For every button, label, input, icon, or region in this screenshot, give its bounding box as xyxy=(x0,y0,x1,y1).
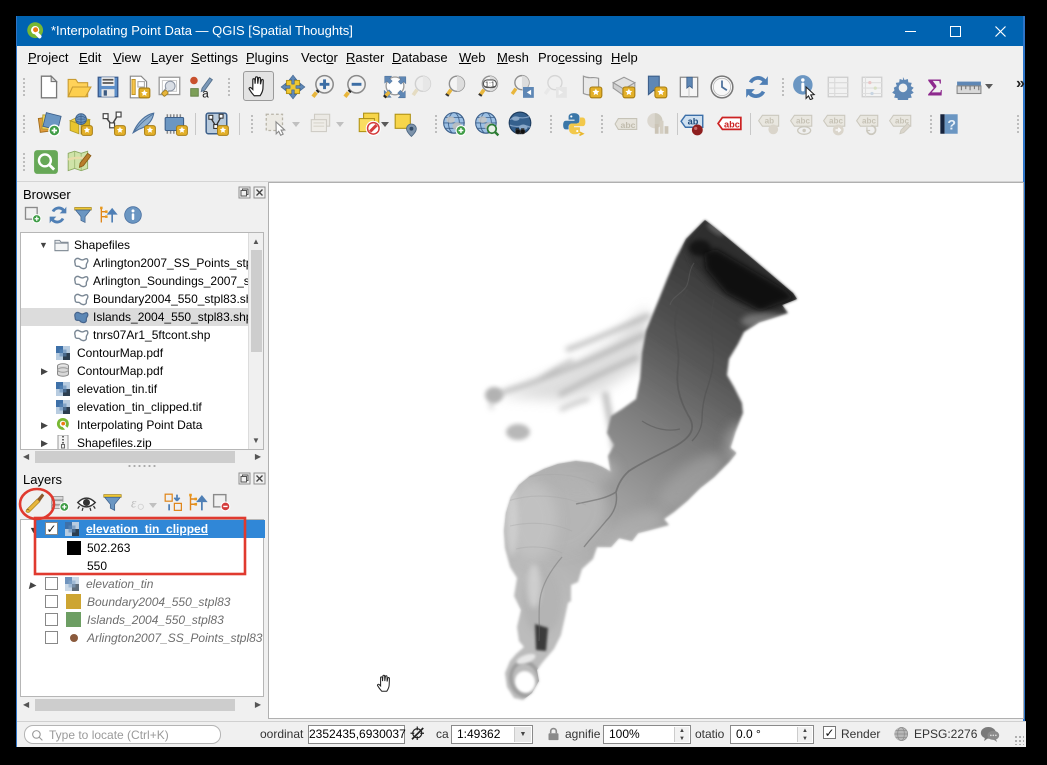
svg-text:Σ: Σ xyxy=(927,76,943,100)
svg-text:abc: abc xyxy=(862,116,876,125)
svg-text:abc: abc xyxy=(621,120,636,130)
svg-text:?: ? xyxy=(947,116,956,132)
svg-text:abc: abc xyxy=(829,116,843,125)
svg-text:abc: abc xyxy=(724,119,740,129)
svg-text:ab: ab xyxy=(765,116,775,125)
svg-text:a: a xyxy=(202,86,209,100)
svg-text:abc: abc xyxy=(796,116,810,125)
svg-text:1:1: 1:1 xyxy=(485,81,495,88)
